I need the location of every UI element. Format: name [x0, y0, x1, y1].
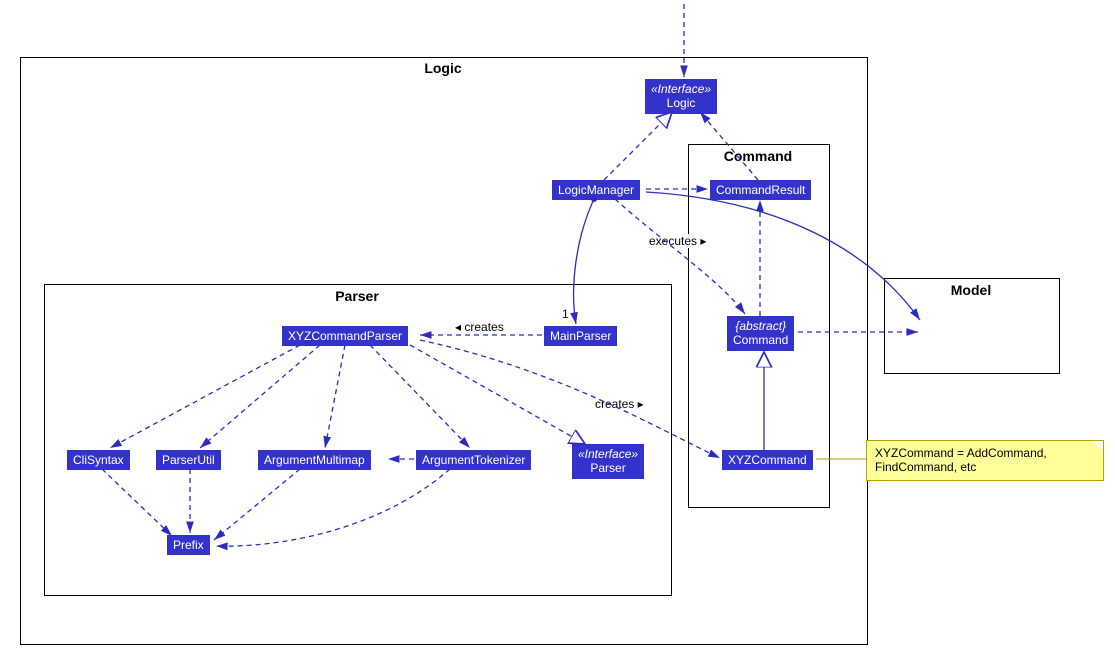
parser-if-name: Parser	[590, 461, 625, 475]
node-command-result: CommandResult	[710, 180, 811, 200]
label-one: 1	[560, 307, 571, 321]
stereotype-interface: «Interface»	[651, 82, 711, 96]
package-command-label: Command	[688, 148, 828, 164]
label-executes: executes ▸	[647, 234, 708, 248]
node-abstract-command: {abstract} Command	[727, 316, 794, 351]
node-parser-util: ParserUtil	[156, 450, 221, 470]
label-creates-command: creates ▸	[593, 397, 646, 411]
node-xyz-command-parser: XYZCommandParser	[282, 326, 408, 346]
node-main-parser: MainParser	[544, 326, 617, 346]
package-model-label: Model	[884, 282, 1058, 298]
node-arg-tokenizer: ArgumentTokenizer	[416, 450, 531, 470]
note-text: XYZCommand = AddCommand, FindCommand, et…	[875, 446, 1047, 474]
stereotype-parser-if: «Interface»	[578, 447, 638, 461]
diagram-canvas: Logic Parser Command Model «Interface» L…	[0, 0, 1115, 666]
node-parser-interface: «Interface» Parser	[572, 444, 644, 479]
node-logic-interface: «Interface» Logic	[645, 79, 717, 114]
label-creates-mainparser: ◂ creates	[453, 320, 506, 334]
node-cli-syntax: CliSyntax	[67, 450, 130, 470]
package-parser-label: Parser	[44, 288, 670, 304]
stereotype-abstract: {abstract}	[733, 319, 788, 333]
package-logic-label: Logic	[20, 60, 866, 76]
node-arg-multimap: ArgumentMultimap	[258, 450, 371, 470]
logic-if-name: Logic	[667, 96, 696, 110]
abstract-command-name: Command	[733, 333, 788, 347]
node-logic-manager: LogicManager	[552, 180, 640, 200]
node-prefix: Prefix	[167, 535, 210, 555]
node-xyz-command: XYZCommand	[722, 450, 813, 470]
note-xyz-command: XYZCommand = AddCommand, FindCommand, et…	[866, 440, 1104, 481]
